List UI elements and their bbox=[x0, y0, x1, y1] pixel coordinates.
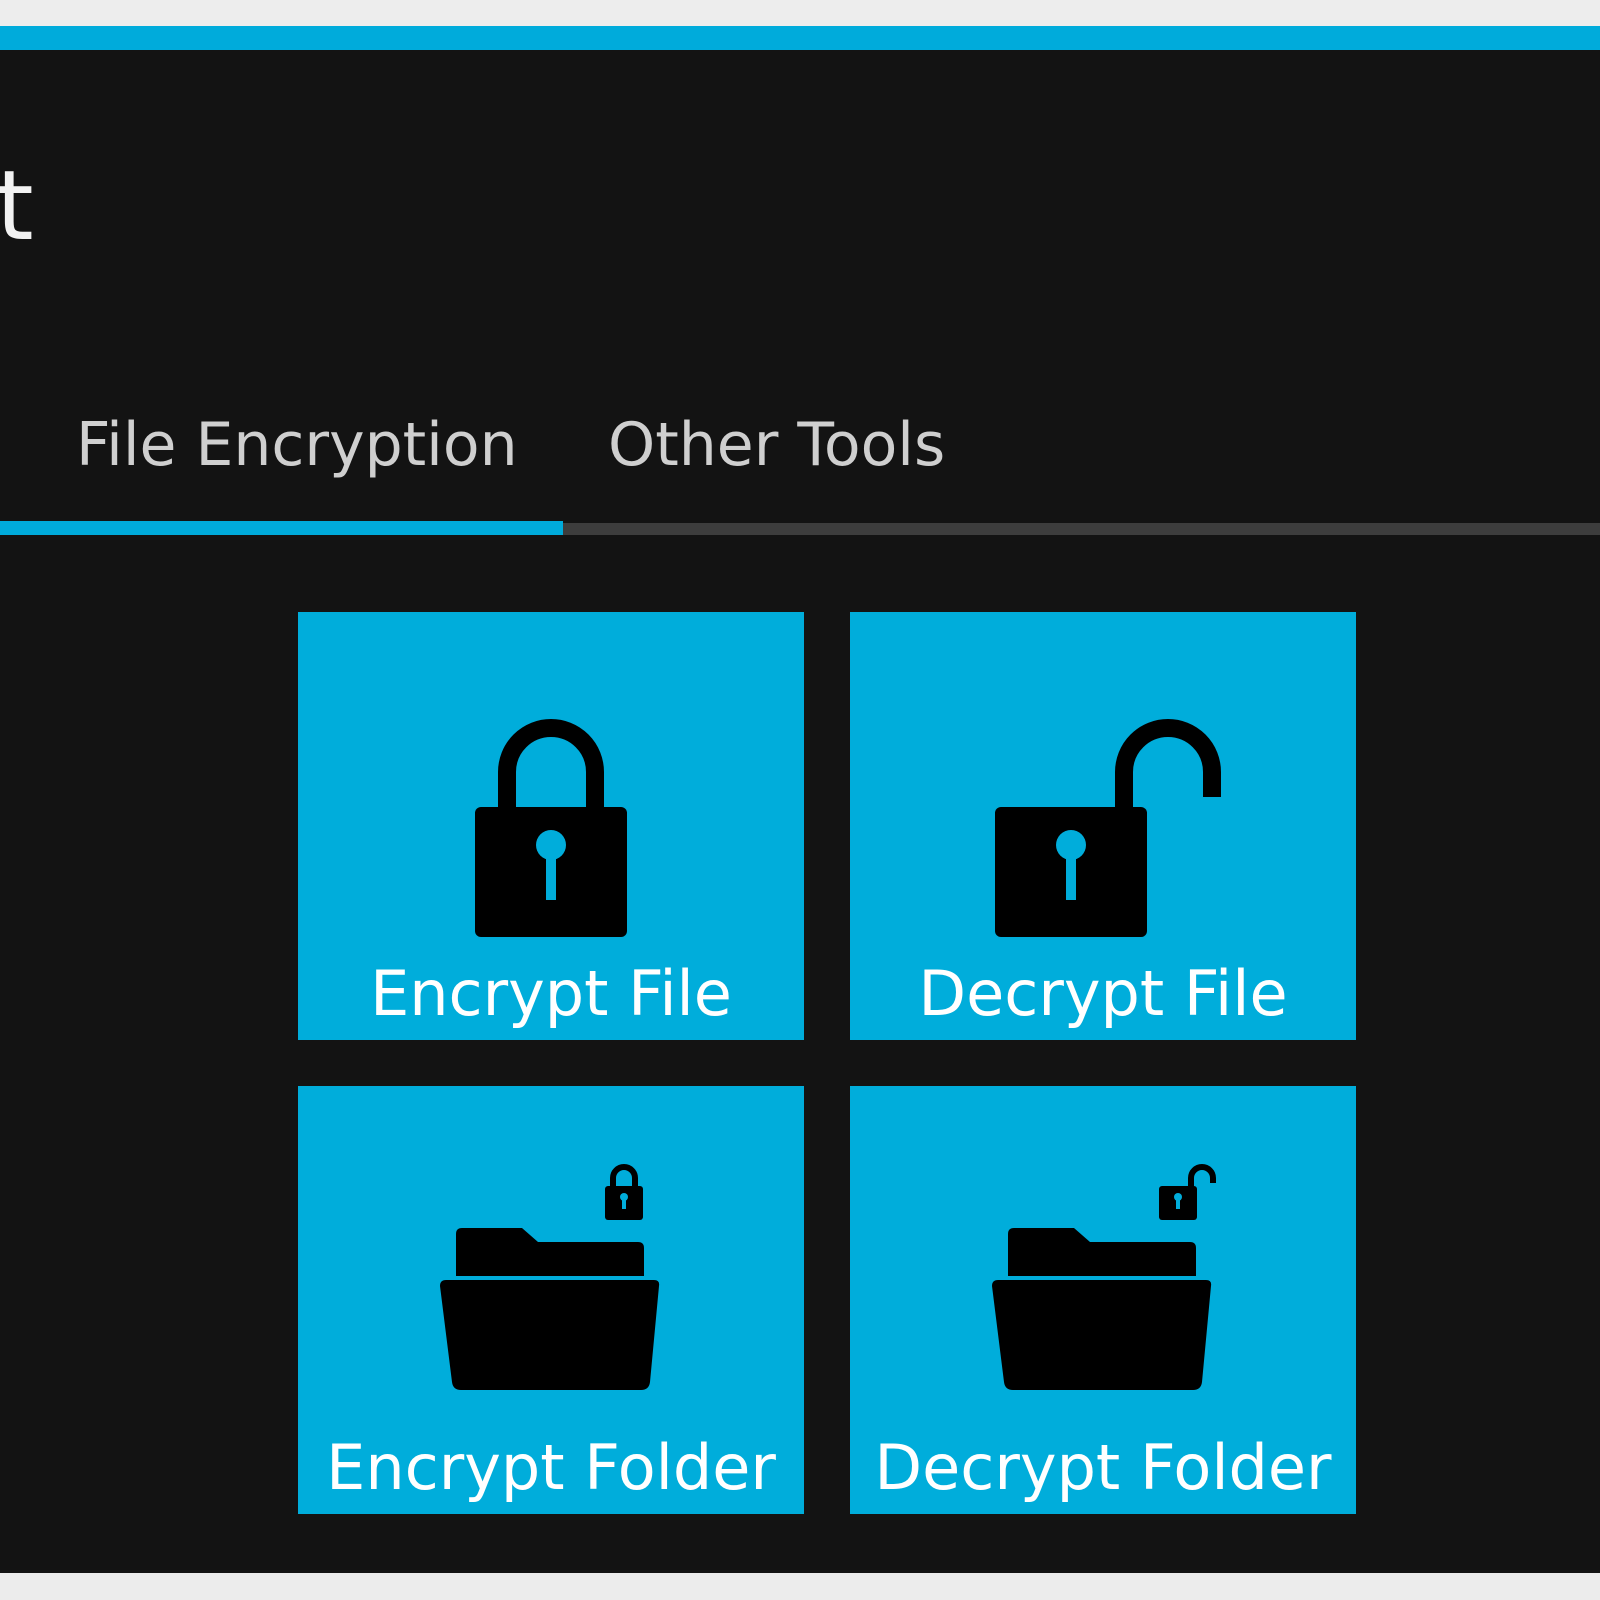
tab-other-tools[interactable]: Other Tools bbox=[608, 410, 945, 480]
tile-label: Encrypt Folder bbox=[326, 1431, 776, 1504]
tab-file-encryption[interactable]: File Encryption bbox=[76, 410, 518, 480]
tab-selected-indicator bbox=[0, 521, 563, 535]
encrypt-file-button[interactable]: Encrypt File bbox=[298, 612, 804, 1040]
app-window: t File Encryption Other Tools Encrypt Fi… bbox=[0, 26, 1600, 1573]
tile-label: Decrypt Folder bbox=[874, 1431, 1332, 1504]
decrypt-folder-button[interactable]: Decrypt Folder bbox=[850, 1086, 1356, 1514]
decrypt-file-button[interactable]: Decrypt File bbox=[850, 612, 1356, 1040]
top-border bbox=[0, 0, 1600, 26]
encrypt-folder-button[interactable]: Encrypt Folder bbox=[298, 1086, 804, 1514]
app-title: t bbox=[0, 150, 34, 262]
bottom-border bbox=[0, 1573, 1600, 1600]
tile-label: Encrypt File bbox=[370, 957, 732, 1030]
title-accent-bar bbox=[0, 26, 1600, 50]
tile-label: Decrypt File bbox=[918, 957, 1288, 1030]
